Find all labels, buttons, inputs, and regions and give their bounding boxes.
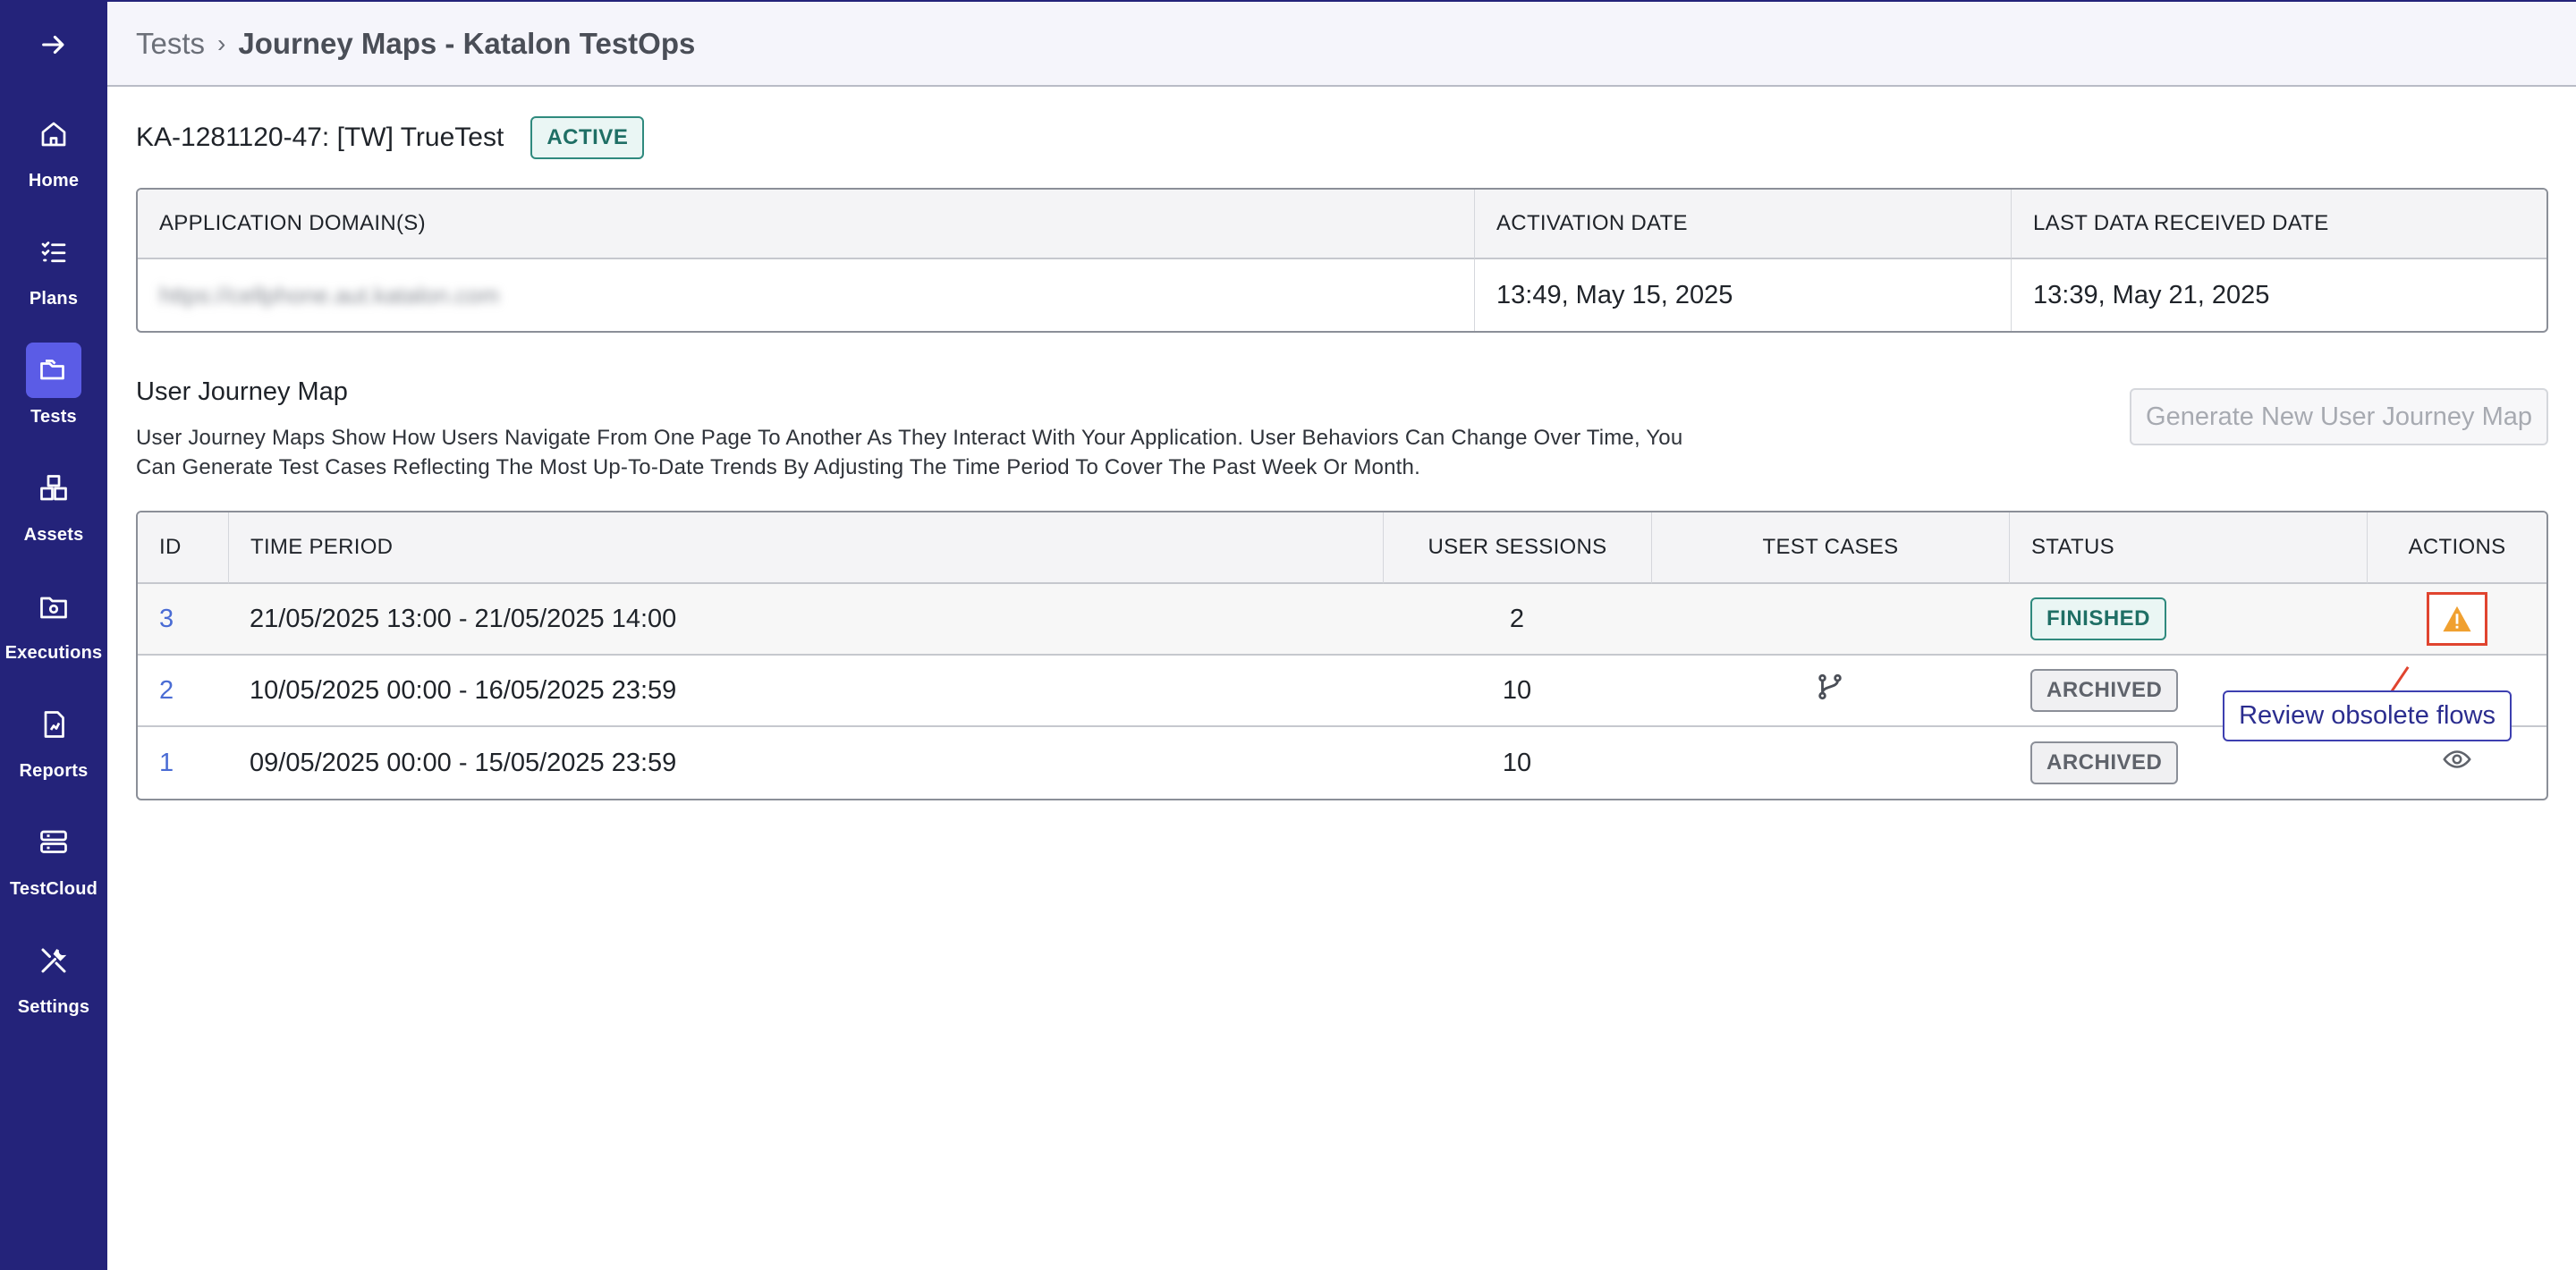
column-header-last-data: LAST DATA RECEIVED DATE [2011, 190, 2546, 259]
sidebar-item-reports[interactable]: Reports [0, 680, 107, 798]
sidebar-item-label: Plans [29, 288, 79, 309]
branch-icon[interactable] [1815, 672, 1845, 702]
breadcrumb-separator: › [217, 29, 226, 57]
blurred-domain: https://cellphone.aut.katalon.com [159, 281, 500, 309]
column-header-domains: APPLICATION DOMAIN(S) [138, 190, 1474, 259]
project-title-row: KA-1281120-47: [TW] TrueTest ACTIVE [136, 88, 2548, 188]
project-info-table: APPLICATION DOMAIN(S) ACTIVATION DATE LA… [136, 188, 2548, 333]
time-period: 21/05/2025 13:00 - 21/05/2025 14:00 [228, 584, 1383, 656]
application-domain: https://cellphone.aut.katalon.com [138, 259, 1474, 331]
folder-icon [40, 359, 64, 379]
home-icon [41, 122, 66, 146]
eye-icon[interactable] [2442, 744, 2472, 775]
warning-icon [2442, 605, 2471, 632]
main-content: KA-1281120-47: [TW] TrueTest ACTIVE APPL… [136, 88, 2548, 800]
list-check-icon [41, 241, 66, 262]
time-period: 09/05/2025 00:00 - 15/05/2025 23:59 [250, 748, 677, 777]
table-row[interactable]: 1 09/05/2025 00:00 - 15/05/2025 23:59 10… [138, 727, 2546, 799]
sidebar: Home Plans Tests Assets Executions Repor… [0, 0, 107, 1270]
sidebar-item-assets[interactable]: Assets [0, 444, 107, 562]
report-icon [44, 710, 64, 738]
status-badge: ACTIVE [530, 116, 645, 159]
table-row[interactable]: 2 10/05/2025 00:00 - 16/05/2025 23:59 10… [138, 656, 2546, 727]
sidebar-item-tests[interactable]: Tests [0, 326, 107, 444]
sidebar-item-settings[interactable]: Settings [0, 916, 107, 1034]
sidebar-item-label: Settings [17, 996, 90, 1017]
table-row[interactable]: 3 21/05/2025 13:00 - 21/05/2025 14:00 2 … [138, 584, 2546, 656]
status-badge: ARCHIVED [2030, 669, 2179, 712]
column-header-time-period: TIME PERIOD [228, 512, 1383, 584]
breadcrumb-tests-link[interactable]: Tests [136, 27, 205, 61]
page-title: Journey Maps - Katalon TestOps [238, 26, 696, 60]
journey-section-header: User Journey Map User Journey Maps Show … [136, 377, 2548, 482]
sidebar-item-label: Executions [4, 642, 103, 663]
folder-gear-icon [40, 597, 67, 618]
actions-cell [2367, 584, 2546, 656]
test-cases-cell [1651, 727, 2009, 799]
activation-date: 13:49, May 15, 2025 [1474, 259, 2011, 331]
sidebar-item-label: Assets [23, 524, 84, 545]
test-cases-cell [1651, 656, 2009, 727]
column-header-status: STATUS [2009, 512, 2367, 584]
last-data-received-date: 13:39, May 21, 2025 [2011, 259, 2546, 331]
sidebar-item-testcloud[interactable]: TestCloud [0, 798, 107, 916]
time-period: 10/05/2025 00:00 - 16/05/2025 23:59 [228, 656, 1383, 727]
user-sessions: 2 [1383, 584, 1651, 656]
journey-map-table: ID TIME PERIOD USER SESSIONS TEST CASES … [136, 511, 2548, 800]
column-header-user-sessions: USER SESSIONS [1383, 512, 1651, 584]
sidebar-item-label: Tests [30, 406, 77, 427]
status-badge: ARCHIVED [2030, 741, 2179, 784]
journey-id-link[interactable]: 2 [159, 676, 174, 705]
table-row: https://cellphone.aut.katalon.com 13:49,… [138, 259, 2546, 331]
section-description: User Journey Maps Show How Users Navigat… [136, 426, 1683, 479]
column-header-actions: ACTIONS [2367, 512, 2546, 584]
journey-id-link[interactable]: 1 [159, 749, 174, 777]
column-header-activation: ACTIVATION DATE [1474, 190, 2011, 259]
server-icon [40, 830, 67, 853]
generate-journey-map-button[interactable]: Generate New User Journey Map [2130, 388, 2548, 445]
boxes-icon [40, 474, 67, 500]
review-obsolete-flows-button[interactable] [2426, 592, 2487, 646]
sidebar-item-label: Home [28, 170, 80, 190]
tools-icon [41, 948, 67, 972]
sidebar-item-label: TestCloud [9, 878, 98, 899]
test-cases-cell [1651, 584, 2009, 656]
user-sessions: 10 [1383, 656, 1651, 727]
status-badge: FINISHED [2030, 597, 2167, 640]
arrow-right-icon [42, 35, 64, 55]
column-header-test-cases: TEST CASES [1651, 512, 2009, 584]
journey-id-link[interactable]: 3 [159, 605, 174, 633]
review-obsolete-flows-tooltip: Review obsolete flows [2223, 690, 2512, 741]
breadcrumb: Tests › Journey Maps - Katalon TestOps [107, 0, 2576, 87]
sidebar-item-home[interactable]: Home [0, 89, 107, 207]
sidebar-item-plans[interactable]: Plans [0, 207, 107, 326]
column-header-id: ID [138, 512, 228, 584]
section-title: User Journey Map [136, 377, 348, 406]
sidebar-item-executions[interactable]: Executions [0, 562, 107, 680]
project-title: KA-1281120-47: [TW] TrueTest [136, 123, 504, 152]
sidebar-item-label: Reports [19, 760, 89, 781]
expand-sidebar-button[interactable] [0, 0, 107, 89]
user-sessions: 10 [1502, 748, 1532, 777]
